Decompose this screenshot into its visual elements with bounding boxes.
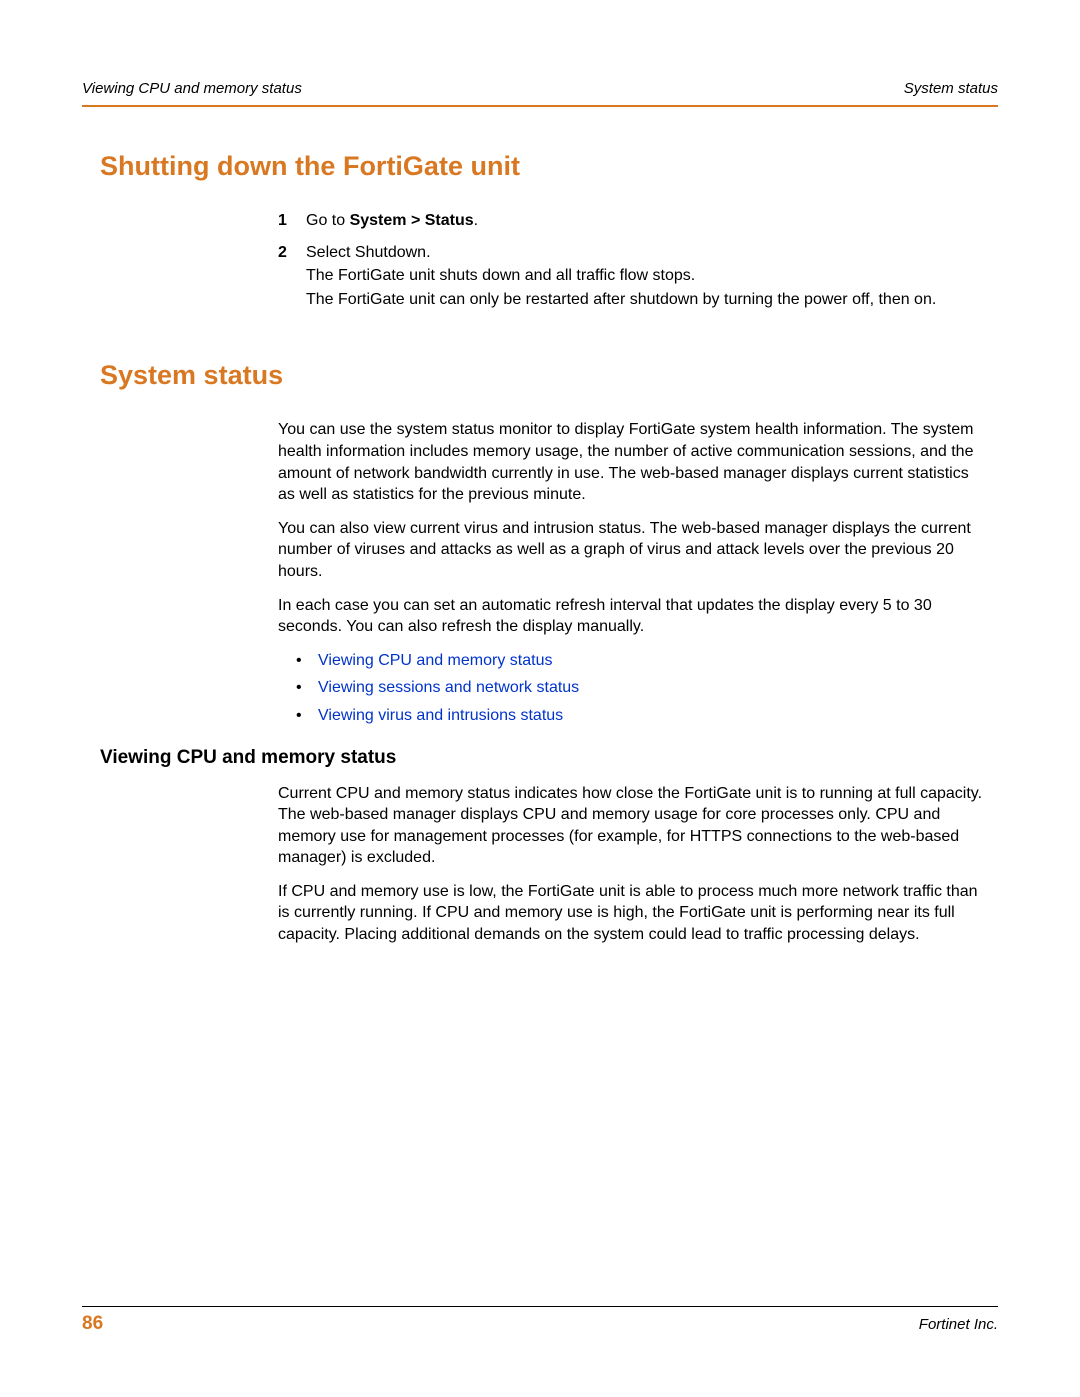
paragraph: Current CPU and memory status indicates … [278, 783, 988, 869]
step-text-bold: System > Status [350, 212, 474, 229]
step-number: 2 [278, 242, 306, 313]
list-item: • Viewing CPU and memory status [296, 650, 988, 672]
step-1: 1 Go to System > Status. [278, 210, 988, 232]
step-number: 1 [278, 210, 306, 232]
paragraph: You can also view current virus and intr… [278, 518, 988, 583]
section-system-status: System status You can use the system sta… [82, 360, 998, 945]
header-left: Viewing CPU and memory status [82, 80, 302, 97]
footer-row: 86 Fortinet Inc. [82, 1313, 998, 1335]
footer-company: Fortinet Inc. [919, 1316, 998, 1333]
paragraph: If CPU and memory use is low, the FortiG… [278, 881, 988, 946]
subsection-title-cpu-memory: Viewing CPU and memory status [100, 747, 998, 769]
bullet-list: • Viewing CPU and memory status • Viewin… [278, 650, 988, 727]
section-title-system-status: System status [100, 360, 998, 391]
link-virus-intrusions-status[interactable]: Viewing virus and intrusions status [318, 705, 563, 727]
bullet-icon: • [296, 677, 318, 699]
step-2: 2 Select Shutdown. The FortiGate unit sh… [278, 242, 988, 313]
step-line: The FortiGate unit can only be restarted… [306, 289, 988, 311]
section-shutdown-content: 1 Go to System > Status. 2 Select Shutdo… [278, 210, 988, 312]
link-sessions-network-status[interactable]: Viewing sessions and network status [318, 677, 579, 699]
step-line: The FortiGate unit shuts down and all tr… [306, 265, 988, 287]
step-text-suffix: . [474, 212, 478, 229]
step-body: Go to System > Status. [306, 210, 988, 232]
page-footer: 86 Fortinet Inc. [82, 1306, 998, 1335]
step-body: Select Shutdown. The FortiGate unit shut… [306, 242, 988, 313]
step-line: Select Shutdown. [306, 242, 988, 264]
section-system-status-content: You can use the system status monitor to… [278, 419, 988, 726]
subsection-cpu-memory-content: Current CPU and memory status indicates … [278, 783, 988, 946]
page-number: 86 [82, 1313, 103, 1335]
bullet-icon: • [296, 650, 318, 672]
header-divider [82, 105, 998, 107]
bullet-icon: • [296, 705, 318, 727]
header-right: System status [904, 80, 998, 97]
step-text-prefix: Go to [306, 212, 350, 229]
section-title-shutdown: Shutting down the FortiGate unit [100, 151, 998, 182]
list-item: • Viewing virus and intrusions status [296, 705, 988, 727]
paragraph: You can use the system status monitor to… [278, 419, 988, 505]
list-item: • Viewing sessions and network status [296, 677, 988, 699]
paragraph: In each case you can set an automatic re… [278, 595, 988, 638]
footer-divider [82, 1306, 998, 1307]
page-header: Viewing CPU and memory status System sta… [82, 80, 998, 97]
link-cpu-memory-status[interactable]: Viewing CPU and memory status [318, 650, 552, 672]
